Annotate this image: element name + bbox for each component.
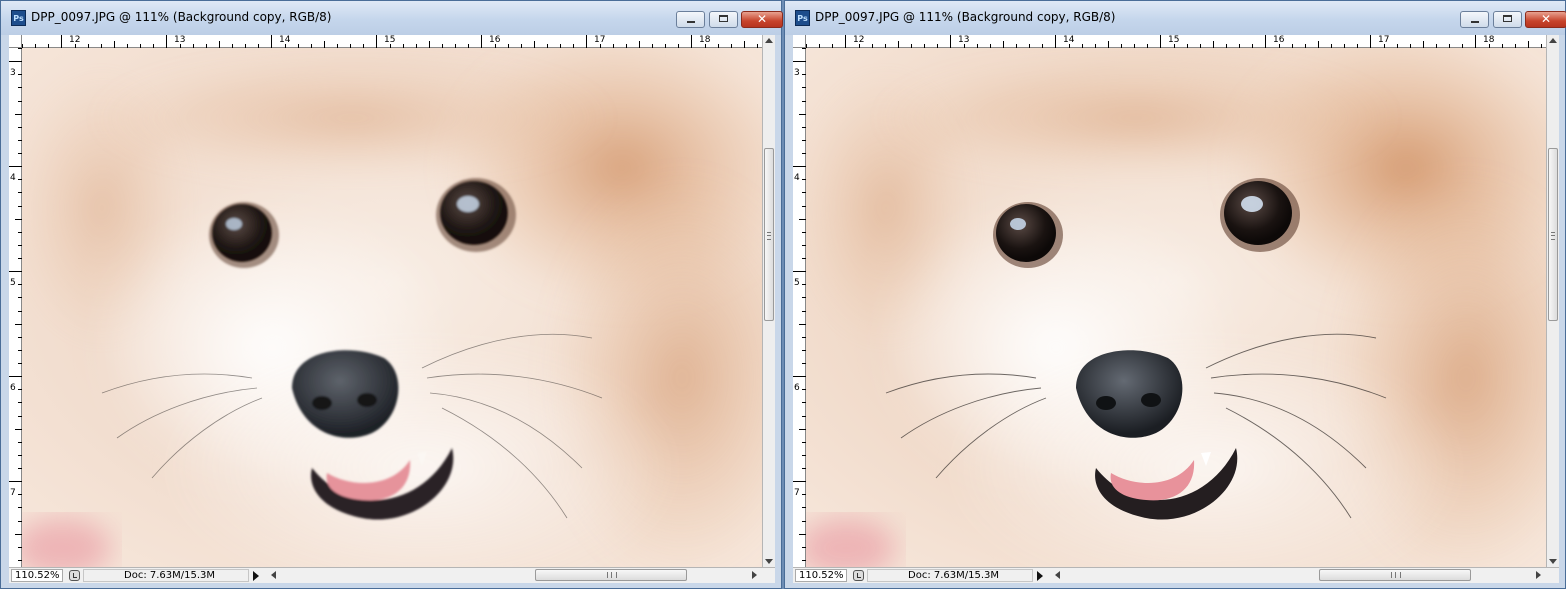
title-bar[interactable]: Ps DPP_0097.JPG @ 111% (Background copy,… bbox=[1, 1, 783, 35]
zoom-level-field[interactable]: 110.52% bbox=[795, 569, 847, 582]
document-status-icon[interactable] bbox=[853, 570, 864, 581]
ruler-label: 5 bbox=[794, 278, 800, 288]
horizontal-ruler[interactable]: 12 13 14 15 16 17 18 bbox=[22, 35, 762, 48]
ruler-label: 15 bbox=[384, 35, 396, 45]
ruler-label: 18 bbox=[699, 35, 711, 45]
document-canvas[interactable]: 12 13 14 15 16 17 18 3 4 5 6 7 bbox=[9, 35, 775, 567]
document-info[interactable]: Doc: 7.63M/15.3M bbox=[83, 569, 249, 582]
close-icon: ✕ bbox=[756, 12, 768, 26]
vertical-ruler[interactable]: 3 4 5 6 7 bbox=[793, 48, 806, 567]
ruler-label: 18 bbox=[1483, 35, 1495, 45]
document-window-left[interactable]: Ps DPP_0097.JPG @ 111% (Background copy,… bbox=[0, 0, 783, 589]
close-button[interactable]: ✕ bbox=[741, 11, 783, 28]
status-menu-arrow-icon[interactable] bbox=[253, 571, 259, 581]
close-button[interactable]: ✕ bbox=[1525, 11, 1566, 28]
window-title: DPP_0097.JPG @ 111% (Background copy, RG… bbox=[31, 10, 332, 24]
ruler-label: 6 bbox=[794, 383, 800, 393]
ruler-origin[interactable] bbox=[9, 35, 22, 48]
status-bar: 110.52% Doc: 7.63M/15.3M bbox=[793, 567, 1559, 583]
ruler-label: 16 bbox=[489, 35, 501, 45]
minimize-button[interactable] bbox=[676, 11, 705, 28]
ruler-label: 7 bbox=[10, 488, 16, 498]
title-bar[interactable]: Ps DPP_0097.JPG @ 111% (Background copy,… bbox=[785, 1, 1566, 35]
scroll-left-arrow-icon[interactable] bbox=[1055, 571, 1060, 579]
left-eye bbox=[212, 204, 272, 262]
minimize-icon bbox=[1471, 21, 1479, 23]
ruler-label: 4 bbox=[10, 173, 16, 183]
close-icon: ✕ bbox=[1540, 12, 1552, 26]
scroll-right-arrow-icon[interactable] bbox=[752, 571, 757, 579]
ruler-label: 13 bbox=[958, 35, 970, 45]
photoshop-icon: Ps bbox=[795, 10, 810, 26]
ruler-label: 7 bbox=[794, 488, 800, 498]
ruler-label: 5 bbox=[10, 278, 16, 288]
ruler-origin[interactable] bbox=[793, 35, 806, 48]
status-bar: 110.52% Doc: 7.63M/15.3M bbox=[9, 567, 775, 583]
document-status-icon[interactable] bbox=[69, 570, 80, 581]
ruler-label: 16 bbox=[1273, 35, 1285, 45]
photo-pomeranian[interactable] bbox=[12, 35, 775, 567]
status-menu-arrow-icon[interactable] bbox=[1037, 571, 1043, 581]
right-eye bbox=[440, 181, 508, 245]
vertical-scrollbar[interactable] bbox=[762, 35, 775, 567]
right-eye bbox=[1224, 181, 1292, 245]
maximize-button[interactable] bbox=[1493, 11, 1522, 28]
vertical-scroll-thumb[interactable] bbox=[764, 148, 774, 321]
ruler-label: 4 bbox=[794, 173, 800, 183]
scroll-up-arrow-icon[interactable] bbox=[1549, 38, 1557, 43]
ruler-label: 3 bbox=[10, 68, 16, 78]
document-canvas[interactable]: 12 13 14 15 16 17 18 3 4 5 6 7 bbox=[793, 35, 1559, 567]
dog-illustration bbox=[12, 35, 775, 567]
document-window-right[interactable]: Ps DPP_0097.JPG @ 111% (Background copy,… bbox=[784, 0, 1566, 589]
ruler-label: 3 bbox=[794, 68, 800, 78]
ruler-label: 13 bbox=[174, 35, 186, 45]
ruler-label: 14 bbox=[279, 35, 291, 45]
ruler-label: 17 bbox=[1378, 35, 1390, 45]
zoom-level-field[interactable]: 110.52% bbox=[11, 569, 63, 582]
maximize-button[interactable] bbox=[709, 11, 738, 28]
horizontal-scroll-thumb[interactable] bbox=[1319, 569, 1471, 581]
horizontal-scroll-thumb[interactable] bbox=[535, 569, 687, 581]
ruler-label: 15 bbox=[1168, 35, 1180, 45]
ruler-label: 14 bbox=[1063, 35, 1075, 45]
photoshop-icon: Ps bbox=[11, 10, 26, 26]
ruler-label: 12 bbox=[853, 35, 865, 45]
left-eye bbox=[996, 204, 1056, 262]
minimize-icon bbox=[687, 21, 695, 23]
scroll-down-arrow-icon[interactable] bbox=[1549, 559, 1557, 564]
horizontal-ruler[interactable]: 12 13 14 15 16 17 18 bbox=[806, 35, 1546, 48]
scroll-down-arrow-icon[interactable] bbox=[765, 559, 773, 564]
scroll-right-arrow-icon[interactable] bbox=[1536, 571, 1541, 579]
maximize-icon bbox=[719, 15, 728, 22]
maximize-icon bbox=[1503, 15, 1512, 22]
minimize-button[interactable] bbox=[1460, 11, 1489, 28]
horizontal-scrollbar[interactable] bbox=[1051, 569, 1545, 582]
photo-pomeranian[interactable] bbox=[796, 35, 1559, 567]
ruler-label: 17 bbox=[594, 35, 606, 45]
vertical-scrollbar[interactable] bbox=[1546, 35, 1559, 567]
vertical-scroll-thumb[interactable] bbox=[1548, 148, 1558, 321]
ruler-label: 6 bbox=[10, 383, 16, 393]
window-title: DPP_0097.JPG @ 111% (Background copy, RG… bbox=[815, 10, 1116, 24]
ruler-label: 12 bbox=[69, 35, 81, 45]
vertical-ruler[interactable]: 3 4 5 6 7 bbox=[9, 48, 22, 567]
scroll-up-arrow-icon[interactable] bbox=[765, 38, 773, 43]
dog-illustration bbox=[796, 35, 1559, 567]
scroll-left-arrow-icon[interactable] bbox=[271, 571, 276, 579]
document-info[interactable]: Doc: 7.63M/15.3M bbox=[867, 569, 1033, 582]
horizontal-scrollbar[interactable] bbox=[267, 569, 761, 582]
